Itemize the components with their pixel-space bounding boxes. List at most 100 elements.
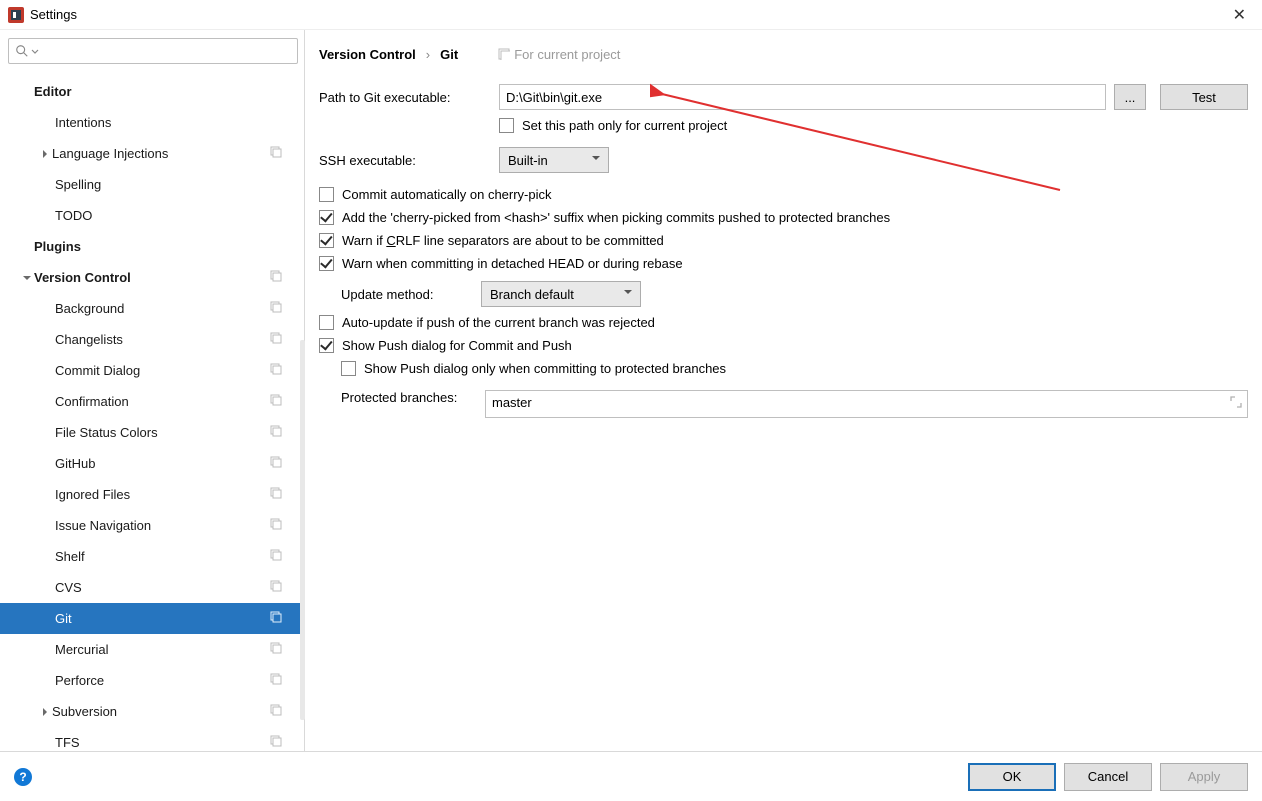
expand-icon[interactable] (1229, 395, 1243, 412)
show-push-protected-label: Show Push dialog only when committing to… (364, 361, 726, 376)
show-push-checkbox[interactable] (319, 338, 334, 353)
main-panel: Version Control › Git For current projec… (305, 30, 1262, 751)
sidebar-item-tfs[interactable]: TFS (0, 727, 304, 751)
project-scope-icon (270, 487, 282, 502)
sidebar-item-subversion[interactable]: Subversion (0, 696, 304, 727)
sidebar-item-label: GitHub (55, 456, 95, 471)
sidebar-item-perforce[interactable]: Perforce (0, 665, 304, 696)
auto-update-checkbox[interactable] (319, 315, 334, 330)
warn-crlf-checkbox[interactable] (319, 233, 334, 248)
update-method-select[interactable]: Branch default (481, 281, 641, 307)
sidebar-item-issue-navigation[interactable]: Issue Navigation (0, 510, 304, 541)
set-path-project-checkbox[interactable] (499, 118, 514, 133)
ssh-select[interactable]: Built-in (499, 147, 609, 173)
chevron-right-icon (38, 707, 52, 717)
warn-detached-label: Warn when committing in detached HEAD or… (342, 256, 683, 271)
project-scope-icon (270, 425, 282, 440)
add-suffix-label: Add the 'cherry-picked from <hash>' suff… (342, 210, 890, 225)
auto-update-label: Auto-update if push of the current branc… (342, 315, 655, 330)
sidebar-item-label: Git (55, 611, 72, 626)
breadcrumb: Version Control › Git For current projec… (319, 38, 1248, 70)
sidebar-item-git[interactable]: Git (0, 603, 304, 634)
sidebar-item-language-injections[interactable]: Language Injections (0, 138, 304, 169)
titlebar: Settings ✕ (0, 0, 1262, 30)
sidebar-item-spelling[interactable]: Spelling (0, 169, 304, 200)
sidebar-item-ignored-files[interactable]: Ignored Files (0, 479, 304, 510)
sidebar-item-file-status-colors[interactable]: File Status Colors (0, 417, 304, 448)
project-scope-icon (270, 611, 282, 626)
commit-cherry-label: Commit automatically on cherry-pick (342, 187, 552, 202)
project-scope-icon (270, 363, 282, 378)
sidebar-item-changelists[interactable]: Changelists (0, 324, 304, 355)
sidebar-item-intentions[interactable]: Intentions (0, 107, 304, 138)
sidebar-item-plugins[interactable]: Plugins (0, 231, 304, 262)
window-title: Settings (30, 7, 77, 22)
sidebar-item-version-control[interactable]: Version Control (0, 262, 304, 293)
project-scope-icon (270, 673, 282, 688)
project-scope-icon (270, 735, 282, 750)
project-scope-icon (270, 704, 282, 719)
sidebar: Editor Intentions Language Injections Spell… (0, 30, 305, 751)
project-scope-icon (270, 518, 282, 533)
search-input[interactable] (8, 38, 298, 64)
set-path-project-label: Set this path only for current project (522, 118, 727, 133)
sidebar-item-editor[interactable]: Editor (0, 76, 304, 107)
sidebar-item-label: Changelists (55, 332, 123, 347)
sidebar-item-label: Language Injections (52, 146, 168, 161)
project-scope-icon (270, 549, 282, 564)
sidebar-item-label: TODO (55, 208, 92, 223)
sidebar-item-cvs[interactable]: CVS (0, 572, 304, 603)
project-scope-icon (270, 301, 282, 316)
project-scope-icon (270, 394, 282, 409)
git-path-input[interactable] (499, 84, 1106, 110)
sidebar-item-todo[interactable]: TODO (0, 200, 304, 231)
help-icon[interactable]: ? (14, 768, 32, 786)
sidebar-item-label: Issue Navigation (55, 518, 151, 533)
chevron-right-icon: › (426, 47, 430, 62)
sidebar-item-label: Editor (34, 84, 72, 99)
close-icon[interactable]: ✕ (1225, 5, 1254, 25)
update-label: Update method: (319, 287, 481, 302)
test-button[interactable]: Test (1160, 84, 1248, 110)
sidebar-item-label: Ignored Files (55, 487, 130, 502)
sidebar-item-github[interactable]: GitHub (0, 448, 304, 479)
sidebar-item-label: Intentions (55, 115, 111, 130)
sidebar-item-commit-dialog[interactable]: Commit Dialog (0, 355, 304, 386)
show-push-label: Show Push dialog for Commit and Push (342, 338, 572, 353)
chevron-right-icon (38, 149, 52, 159)
warn-detached-checkbox[interactable] (319, 256, 334, 271)
sidebar-item-label: TFS (55, 735, 80, 750)
sidebar-item-label: CVS (55, 580, 82, 595)
project-scope-icon (270, 642, 282, 657)
browse-button[interactable]: ... (1114, 84, 1146, 110)
show-push-protected-checkbox[interactable] (341, 361, 356, 376)
sidebar-item-shelf[interactable]: Shelf (0, 541, 304, 572)
ok-button[interactable]: OK (968, 763, 1056, 791)
breadcrumb-current: Git (440, 47, 458, 62)
sidebar-item-mercurial[interactable]: Mercurial (0, 634, 304, 665)
sidebar-item-label: Spelling (55, 177, 101, 192)
app-icon (8, 7, 24, 23)
sidebar-item-background[interactable]: Background (0, 293, 304, 324)
sidebar-item-label: Plugins (34, 239, 81, 254)
project-scope-icon (270, 146, 282, 161)
sidebar-item-confirmation[interactable]: Confirmation (0, 386, 304, 417)
protected-label: Protected branches: (319, 390, 485, 405)
settings-tree: Editor Intentions Language Injections Spell… (0, 72, 304, 751)
apply-button[interactable]: Apply (1160, 763, 1248, 791)
breadcrumb-parent[interactable]: Version Control (319, 47, 416, 62)
cancel-button[interactable]: Cancel (1064, 763, 1152, 791)
ssh-label: SSH executable: (319, 153, 499, 168)
sidebar-item-label: Confirmation (55, 394, 129, 409)
sidebar-item-label: Shelf (55, 549, 85, 564)
path-label: Path to Git executable: (319, 90, 499, 105)
protected-branches-input[interactable]: master (485, 390, 1248, 418)
sidebar-item-label: Background (55, 301, 124, 316)
warn-crlf-label: Warn if CRLF line separators are about t… (342, 233, 664, 248)
sidebar-item-label: Version Control (34, 270, 131, 285)
commit-cherry-checkbox[interactable] (319, 187, 334, 202)
chevron-down-icon (20, 273, 34, 283)
add-suffix-checkbox[interactable] (319, 210, 334, 225)
project-scope-icon (270, 332, 282, 347)
sidebar-item-label: Commit Dialog (55, 363, 140, 378)
